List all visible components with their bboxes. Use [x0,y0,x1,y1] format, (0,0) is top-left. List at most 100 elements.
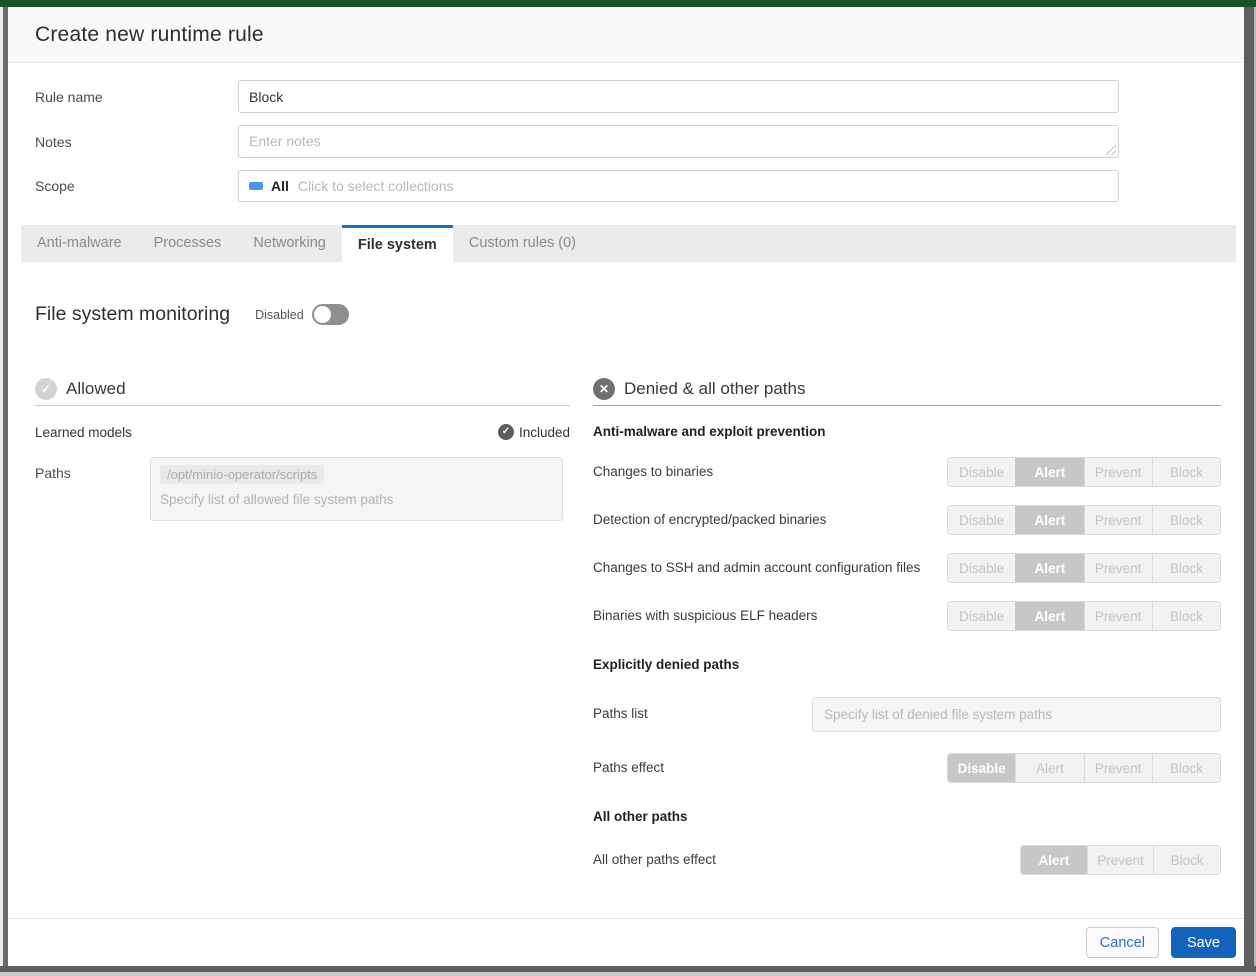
effect-row-suspicious-elf-headers: Binaries with suspicious ELF headers Dis… [593,601,1221,631]
paths-effect-row: Paths effect Disable Alert Prevent Block [593,753,1221,783]
rule-name-label: Rule name [35,89,238,105]
effect-option-block[interactable]: Block [1152,458,1220,486]
effect-row-ssh-admin-config: Changes to SSH and admin account configu… [593,553,1221,583]
allowed-section: ✓ Allowed Learned models ✓ Included Path… [35,378,570,875]
create-runtime-rule-dialog: Create new runtime rule Rule name Notes … [8,7,1244,966]
learned-models-label: Learned models [35,425,132,440]
allowed-paths-row: Paths /opt/minio-operator/scripts Specif… [35,457,570,521]
effect-option-alert[interactable]: Alert [1015,458,1083,486]
notes-input[interactable] [238,125,1119,158]
learned-models-row: Learned models ✓ Included [35,424,570,440]
all-other-paths-subheader: All other paths [593,809,1221,824]
scope-collections-selector[interactable]: All Click to select collections [238,170,1119,202]
allowed-paths-label: Paths [35,457,150,481]
check-circle-icon: ✓ [35,378,57,400]
effect-option-alert[interactable]: Alert [1015,754,1083,782]
scope-label: Scope [35,178,238,194]
effect-segmented-control: Disable Alert Prevent Block [947,505,1221,535]
effect-option-block[interactable]: Block [1153,846,1220,874]
effect-segmented-control: Disable Alert Prevent Block [947,753,1221,783]
effect-option-prevent[interactable]: Prevent [1084,554,1152,582]
effect-option-alert[interactable]: Alert [1015,602,1083,630]
rule-name-input[interactable] [238,80,1119,113]
effect-row-label: Detection of encrypted/packed binaries [593,510,826,531]
effect-row-label: Binaries with suspicious ELF headers [593,606,817,627]
denied-section-header: ✕ Denied & all other paths [593,378,1221,400]
all-other-paths-effect-label: All other paths effect [593,850,716,871]
rule-meta-form: Rule name Notes Scope All Click to selec… [8,63,1244,222]
effect-option-prevent[interactable]: Prevent [1087,846,1154,874]
effect-option-disable[interactable]: Disable [948,458,1015,486]
effect-option-block[interactable]: Block [1152,754,1220,782]
scope-chip-all: All [271,178,289,194]
effect-row-label: Changes to SSH and admin account configu… [593,558,920,579]
check-circle-icon: ✓ [498,424,514,440]
screen: Create new runtime rule Rule name Notes … [0,0,1256,976]
allow-deny-columns: ✓ Allowed Learned models ✓ Included Path… [35,378,1221,875]
save-button[interactable]: Save [1171,927,1236,958]
effect-option-prevent[interactable]: Prevent [1084,602,1152,630]
effect-segmented-control: Alert Prevent Block [1020,845,1221,875]
section-divider [593,405,1221,406]
effect-option-prevent[interactable]: Prevent [1084,458,1152,486]
paths-list-label: Paths list [593,704,812,725]
allowed-path-chip[interactable]: /opt/minio-operator/scripts [160,465,324,484]
effect-segmented-control: Disable Alert Prevent Block [947,457,1221,487]
tab-processes[interactable]: Processes [138,225,238,262]
rule-category-tabs: Anti-malware Processes Networking File s… [21,225,1236,262]
effect-option-disable[interactable]: Disable [948,754,1015,782]
allowed-paths-input[interactable]: /opt/minio-operator/scripts Specify list… [150,457,563,521]
file-system-monitoring-toggle[interactable] [312,304,349,325]
scope-row: Scope All Click to select collections [35,170,1244,202]
effect-option-block[interactable]: Block [1152,554,1220,582]
effect-option-alert[interactable]: Alert [1021,846,1087,874]
paths-effect-label: Paths effect [593,758,664,779]
all-other-paths-effect-row: All other paths effect Alert Prevent Blo… [593,845,1221,875]
allowed-paths-placeholder: Specify list of allowed file system path… [160,492,553,507]
effect-option-disable[interactable]: Disable [948,554,1015,582]
effect-option-disable[interactable]: Disable [948,602,1015,630]
effect-segmented-control: Disable Alert Prevent Block [947,553,1221,583]
effect-row-changes-to-binaries: Changes to binaries Disable Alert Preven… [593,457,1221,487]
effect-option-alert[interactable]: Alert [1015,506,1083,534]
tab-custom-rules[interactable]: Custom rules (0) [453,225,592,262]
effect-row-encrypted-packed-binaries: Detection of encrypted/packed binaries D… [593,505,1221,535]
allowed-section-title: Allowed [66,379,126,399]
tab-networking[interactable]: Networking [237,225,342,262]
frame-edge-bottom [0,972,1256,976]
rule-name-row: Rule name [35,80,1244,113]
included-badge-label: Included [519,425,570,440]
tab-file-system[interactable]: File system [342,225,453,262]
effect-option-block[interactable]: Block [1152,506,1220,534]
effect-row-label: Changes to binaries [593,462,713,483]
notes-label: Notes [35,134,238,150]
frame-border-right [1244,7,1254,972]
file-system-tab-panel: File system monitoring Disabled ✓ Allowe… [8,262,1244,918]
collection-color-icon [249,182,263,190]
monitoring-header-row: File system monitoring Disabled [35,303,1221,326]
effect-segmented-control: Disable Alert Prevent Block [947,601,1221,631]
cancel-button[interactable]: Cancel [1086,927,1159,958]
effect-option-prevent[interactable]: Prevent [1084,754,1152,782]
denied-section: ✕ Denied & all other paths Anti-malware … [593,378,1221,875]
denied-paths-list-row: Paths list [593,697,1221,732]
allowed-section-header: ✓ Allowed [35,378,570,400]
section-divider [35,405,570,406]
monitoring-state-label: Disabled [255,308,304,322]
notes-row: Notes [35,125,1244,158]
dialog-title: Create new runtime rule [35,23,264,47]
effect-option-prevent[interactable]: Prevent [1084,506,1152,534]
x-circle-icon: ✕ [593,378,615,400]
denied-paths-input[interactable] [812,697,1221,732]
effect-option-block[interactable]: Block [1152,602,1220,630]
tab-anti-malware[interactable]: Anti-malware [21,225,138,262]
explicitly-denied-subheader: Explicitly denied paths [593,657,1221,672]
dialog-footer: Cancel Save [8,918,1244,966]
effect-option-alert[interactable]: Alert [1015,554,1083,582]
effect-option-disable[interactable]: Disable [948,506,1015,534]
file-system-monitoring-title: File system monitoring [35,303,230,326]
included-badge: ✓ Included [498,424,570,440]
denied-section-title: Denied & all other paths [624,379,805,399]
dialog-header: Create new runtime rule [8,7,1244,63]
top-accent-bar [0,0,1256,7]
